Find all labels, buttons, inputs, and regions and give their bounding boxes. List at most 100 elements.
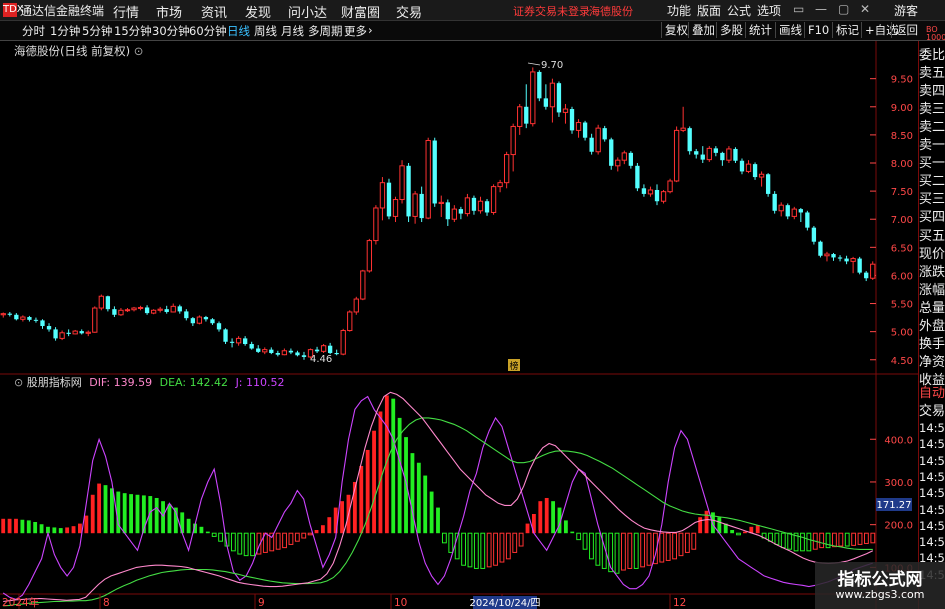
button-tongji[interactable]: 统计 [745,22,775,38]
tab-1min[interactable]: 1分钟 [50,23,80,39]
candle-body [517,106,523,127]
candle-body [210,319,215,324]
button-huaxian[interactable]: 画线 [775,22,805,38]
button-diejia[interactable]: 叠加 [688,22,718,38]
orderbook-label: 卖五 [919,66,945,82]
candle-body [811,227,817,242]
button-fuquan[interactable]: 复权 [661,22,691,38]
candle-body [425,140,431,219]
maximize-icon[interactable]: ▢ [838,2,849,16]
button-back[interactable]: 返回 [891,22,921,38]
tab-daily[interactable]: 日线 [227,23,250,39]
candle-body [124,309,131,312]
candle-body [739,160,745,172]
sidebar-mode-label[interactable]: 交易 [919,403,945,421]
histogram-bar [250,532,255,557]
menu-xuanxiang[interactable]: 选项 [757,2,781,19]
candle-body [562,108,569,113]
orderbook-label: 买二 [919,174,945,190]
tab-fenshi[interactable]: 分时 [22,23,45,39]
histogram-bar [627,532,633,569]
candle-body [281,350,288,356]
candle-body [164,309,169,312]
histogram-bar [71,526,76,534]
histogram-bar [863,532,869,544]
price-tick-label: 6.00 [891,271,913,282]
menu-hangqing[interactable]: 行情 [113,2,139,21]
menu-gongshi[interactable]: 公式 [727,2,751,19]
menu-banmian[interactable]: 版面 [697,2,721,19]
candle-body [621,152,627,161]
price-chart-svg[interactable]: 9.50 9.00 8.50 8.00 7.50 7.00 6.50 6.00 5.50 5.00… [0,41,919,609]
candle-body [301,355,307,357]
candle-body [733,148,738,161]
histogram-bar [429,491,434,534]
candle-body [92,307,98,333]
histogram-bar [314,530,319,534]
candle-body [484,201,490,213]
histogram-bar [167,504,172,534]
trade-login-warning[interactable]: 证券交易未登录 [513,3,590,19]
screen-icon[interactable]: ▭ [793,2,804,16]
candle-body [451,208,458,220]
candle-body [726,148,732,161]
minimize-icon[interactable]: — [815,2,827,16]
candle-body [235,337,242,344]
histogram-bar [646,532,652,566]
histogram-bar [391,398,396,534]
histogram-bar [806,532,812,552]
histogram-bar [659,532,665,563]
histogram-bar [800,532,805,552]
histogram-bar [448,532,454,553]
chevron-right-icon[interactable]: › [368,23,373,37]
menu-faxian[interactable]: 发现 [245,2,271,21]
menu-wenxiaoda[interactable]: 问小达 [288,2,327,21]
tab-30min[interactable]: 30分钟 [152,23,190,39]
histogram-bar [340,501,345,534]
candle-body [85,331,91,334]
candle-body [582,122,588,138]
candle-body [445,202,450,220]
tab-more[interactable]: 更多 [344,23,367,39]
candle-body [438,201,444,204]
badge-label: 榜 [509,360,518,372]
candle-body [242,338,248,345]
candle-body [334,353,339,355]
menu-caifuquan[interactable]: 财富圈 [341,2,380,21]
histogram-bar [640,532,646,568]
menu-zixun[interactable]: 资讯 [201,2,227,21]
tab-monthly[interactable]: 月线 [281,23,304,39]
j-line [2,395,873,601]
candle-body [79,331,84,334]
button-biaoji[interactable]: 标记 [832,22,862,38]
histogram-bar [378,411,383,534]
app-logo-icon: TDX [3,3,24,17]
histogram-bar [436,507,440,534]
menu-jiaoyi[interactable]: 交易 [396,2,422,21]
candle-body [458,209,464,214]
tick-time: 14:56 [919,518,945,533]
candle-body [549,82,556,108]
tab-weekly[interactable]: 周线 [254,23,277,39]
date-tick-label: 10 [394,597,407,609]
high-price-label: 9.70 [541,60,563,71]
button-f10[interactable]: F10 [804,22,832,38]
close-icon[interactable]: ✕ [860,2,870,16]
button-duogu[interactable]: 多股 [716,22,746,38]
price-tick-label: 5.50 [891,300,913,311]
guest-user[interactable]: 游客 [894,2,918,19]
tab-60min[interactable]: 60分钟 [189,23,227,39]
menu-shichang[interactable]: 市场 [156,2,182,21]
histogram-bar [423,475,428,534]
candle-body [831,254,836,258]
histogram-bar [122,493,127,534]
candle-body [27,317,32,320]
tab-5min[interactable]: 5分钟 [82,23,112,39]
candle-body [713,148,718,153]
tab-multi-period[interactable]: 多周期 [308,23,343,39]
tab-15min[interactable]: 15分钟 [114,23,152,39]
menu-gongneng[interactable]: 功能 [667,2,691,19]
sidebar-mode-label[interactable]: 自动 [919,385,945,403]
orderbook-label: 现价 [919,246,945,262]
candle-body [112,309,117,315]
